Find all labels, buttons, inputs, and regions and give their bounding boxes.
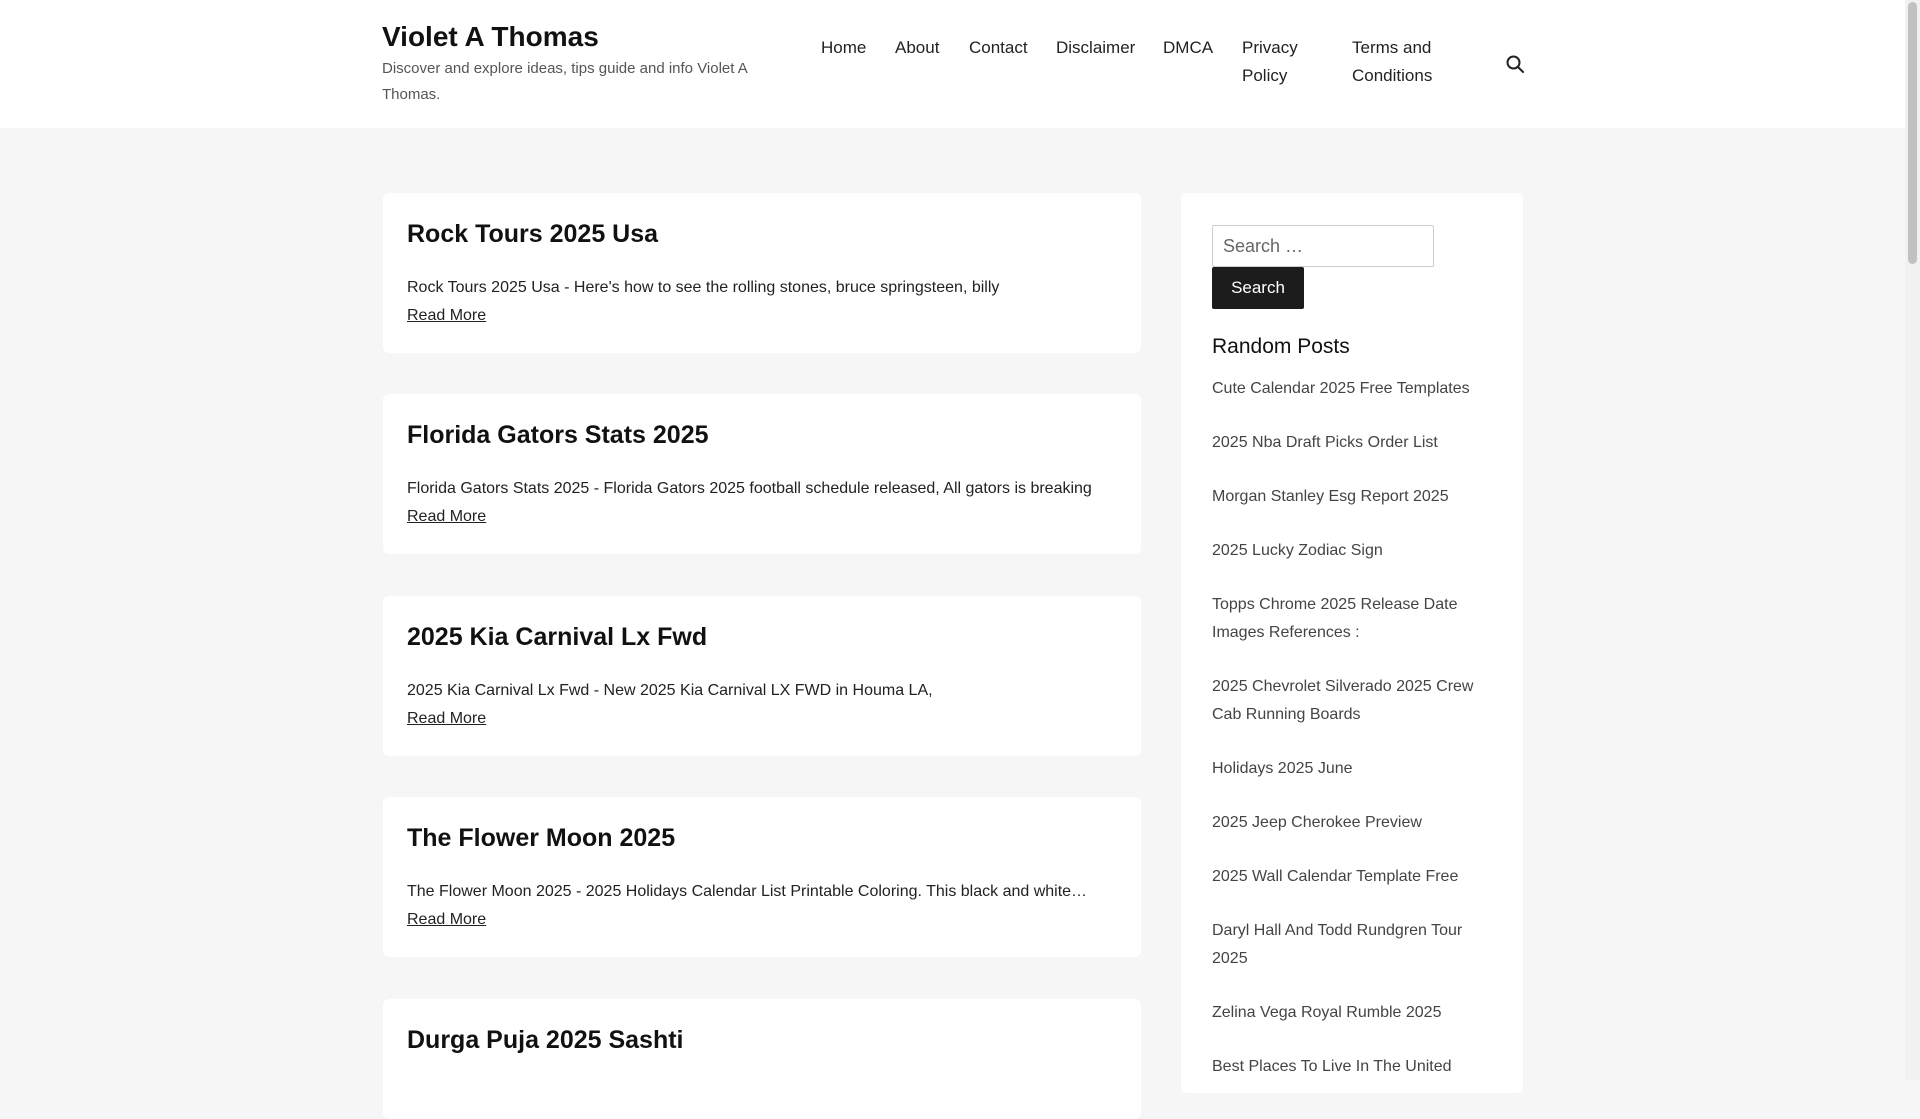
random-post-link[interactable]: Topps Chrome 2025 Release Date Images Re… bbox=[1212, 591, 1492, 647]
post-card: 2025 Kia Carnival Lx Fwd 2025 Kia Carniv… bbox=[383, 596, 1141, 756]
post-title[interactable]: 2025 Kia Carnival Lx Fwd bbox=[407, 620, 707, 654]
random-post-link[interactable]: Daryl Hall And Todd Rundgren Tour 2025 bbox=[1212, 917, 1492, 973]
nav-item-dmca[interactable]: DMCA bbox=[1163, 34, 1213, 62]
search-button[interactable]: Search bbox=[1212, 267, 1304, 309]
nav-item-privacy-policy[interactable]: Privacy Policy bbox=[1242, 34, 1322, 90]
random-post-link[interactable]: Zelina Vega Royal Rumble 2025 bbox=[1212, 999, 1492, 1027]
post-card: Durga Puja 2025 Sashti bbox=[383, 999, 1141, 1119]
post-title[interactable]: Florida Gators Stats 2025 bbox=[407, 418, 709, 452]
post-excerpt: 2025 Kia Carnival Lx Fwd - New 2025 Kia … bbox=[407, 682, 933, 699]
random-posts-title: Random Posts bbox=[1212, 335, 1350, 358]
random-post-link[interactable]: 2025 Nba Draft Picks Order List bbox=[1212, 429, 1492, 457]
post-excerpt: The Flower Moon 2025 - 2025 Holidays Cal… bbox=[407, 883, 1088, 900]
random-post-link[interactable]: 2025 Jeep Cherokee Preview bbox=[1212, 809, 1492, 837]
nav-item-contact[interactable]: Contact bbox=[969, 34, 1028, 62]
post-excerpt: Rock Tours 2025 Usa - Here's how to see … bbox=[407, 279, 1000, 296]
site-header: Violet A Thomas Discover and explore ide… bbox=[0, 0, 1905, 128]
random-post-link[interactable]: 2025 Chevrolet Silverado 2025 Crew Cab R… bbox=[1212, 673, 1492, 729]
sidebar: Search Random Posts Cute Calendar 2025 F… bbox=[1181, 193, 1523, 1093]
read-more-link[interactable]: Read More bbox=[407, 706, 486, 732]
post-card: The Flower Moon 2025 The Flower Moon 202… bbox=[383, 797, 1141, 957]
site-branding: Violet A Thomas Discover and explore ide… bbox=[382, 20, 782, 108]
nav-item-disclaimer[interactable]: Disclaimer bbox=[1056, 34, 1135, 62]
post-card: Rock Tours 2025 Usa Rock Tours 2025 Usa … bbox=[383, 193, 1141, 353]
site-title[interactable]: Violet A Thomas bbox=[382, 20, 782, 54]
scrollbar-thumb[interactable] bbox=[1908, 2, 1917, 264]
read-more-link[interactable]: Read More bbox=[407, 907, 486, 933]
random-post-link[interactable]: Holidays 2025 June bbox=[1212, 755, 1492, 783]
post-excerpt: Florida Gators Stats 2025 - Florida Gato… bbox=[407, 480, 1092, 497]
nav-item-about[interactable]: About bbox=[895, 34, 939, 62]
nav-item-terms-and-conditions[interactable]: Terms and Conditions bbox=[1352, 34, 1452, 90]
search-input[interactable] bbox=[1212, 225, 1434, 267]
post-title[interactable]: The Flower Moon 2025 bbox=[407, 821, 675, 855]
search-icon[interactable] bbox=[1505, 54, 1525, 74]
random-post-link[interactable]: Morgan Stanley Esg Report 2025 bbox=[1212, 483, 1492, 511]
random-post-link[interactable]: Cute Calendar 2025 Free Templates bbox=[1212, 375, 1492, 403]
random-post-link[interactable]: 2025 Wall Calendar Template Free bbox=[1212, 863, 1492, 891]
post-title[interactable]: Durga Puja 2025 Sashti bbox=[407, 1023, 684, 1057]
random-post-link[interactable]: 2025 Lucky Zodiac Sign bbox=[1212, 537, 1492, 565]
post-title[interactable]: Rock Tours 2025 Usa bbox=[407, 217, 658, 251]
site-description: Discover and explore ideas, tips guide a… bbox=[382, 60, 747, 103]
post-card: Florida Gators Stats 2025 Florida Gators… bbox=[383, 394, 1141, 554]
random-post-link[interactable]: Best Places To Live In The United bbox=[1212, 1053, 1492, 1081]
page-scrollbar[interactable] bbox=[1905, 0, 1920, 1080]
read-more-link[interactable]: Read More bbox=[407, 303, 486, 329]
nav-item-home[interactable]: Home bbox=[821, 34, 866, 62]
read-more-link[interactable]: Read More bbox=[407, 504, 486, 530]
